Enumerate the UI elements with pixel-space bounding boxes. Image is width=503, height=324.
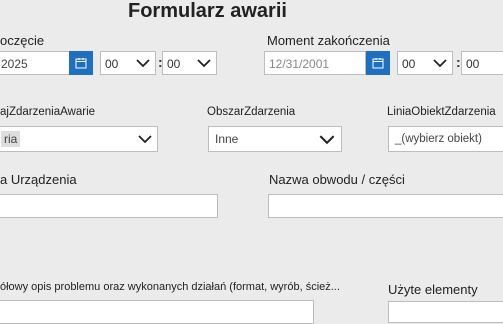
rodzaj-label: ajZdarzeniaAwarie bbox=[0, 106, 96, 118]
start-date-value: 2025 bbox=[1, 57, 28, 71]
chevron-down-icon bbox=[138, 135, 152, 144]
linia-value: _(wybierz obiekt) bbox=[395, 133, 482, 145]
start-hour-select[interactable]: 00 bbox=[100, 51, 156, 75]
chevron-down-icon bbox=[319, 135, 335, 145]
uzyte-input[interactable] bbox=[388, 301, 503, 323]
start-calendar-button[interactable] bbox=[69, 51, 93, 75]
obszar-dropdown[interactable]: Inne bbox=[208, 126, 342, 152]
end-calendar-button[interactable] bbox=[366, 51, 390, 75]
chevron-down-icon bbox=[136, 59, 150, 68]
start-minute-select[interactable]: 00 bbox=[162, 51, 217, 75]
calendar-icon bbox=[75, 58, 87, 69]
obszar-label: ObszarZdarzenia bbox=[207, 106, 296, 118]
linia-dropdown[interactable]: _(wybierz obiekt) bbox=[388, 126, 503, 152]
chevron-down-icon bbox=[433, 59, 447, 68]
end-minute-value: 00 bbox=[466, 57, 480, 71]
end-time-separator: : bbox=[456, 54, 461, 70]
calendar-icon bbox=[372, 58, 384, 69]
start-date-input[interactable]: 2025 bbox=[0, 51, 70, 75]
nazwa-urzadzenia-input[interactable] bbox=[0, 194, 218, 218]
rodzaj-value: ria bbox=[1, 131, 21, 147]
chevron-down-icon bbox=[197, 59, 211, 68]
nazwa-obwodu-input[interactable] bbox=[268, 194, 503, 218]
end-date-input[interactable]: 12/31/2001 bbox=[264, 51, 366, 75]
end-hour-select[interactable]: 00 bbox=[397, 51, 453, 75]
opis-textarea[interactable] bbox=[0, 300, 314, 324]
rodzaj-dropdown[interactable]: ria bbox=[0, 126, 158, 152]
start-label: oczęcie bbox=[0, 33, 45, 48]
end-date-value: 12/31/2001 bbox=[269, 57, 330, 71]
nazwa-urzadzenia-label: a Urządzenia bbox=[0, 172, 77, 187]
nazwa-obwodu-label: Nazwa obwodu / części bbox=[269, 172, 405, 187]
uzyte-label: Użyte elementy bbox=[388, 282, 478, 297]
end-label: Moment zakończenia bbox=[267, 33, 390, 48]
end-minute-select[interactable]: 00 bbox=[461, 51, 503, 75]
linia-label: LiniaObiektZdarzenia bbox=[387, 106, 496, 118]
form-title: Formularz awarii bbox=[128, 0, 287, 22]
opis-label: ółowy opis problemu oraz wykonanych dzia… bbox=[0, 281, 340, 293]
